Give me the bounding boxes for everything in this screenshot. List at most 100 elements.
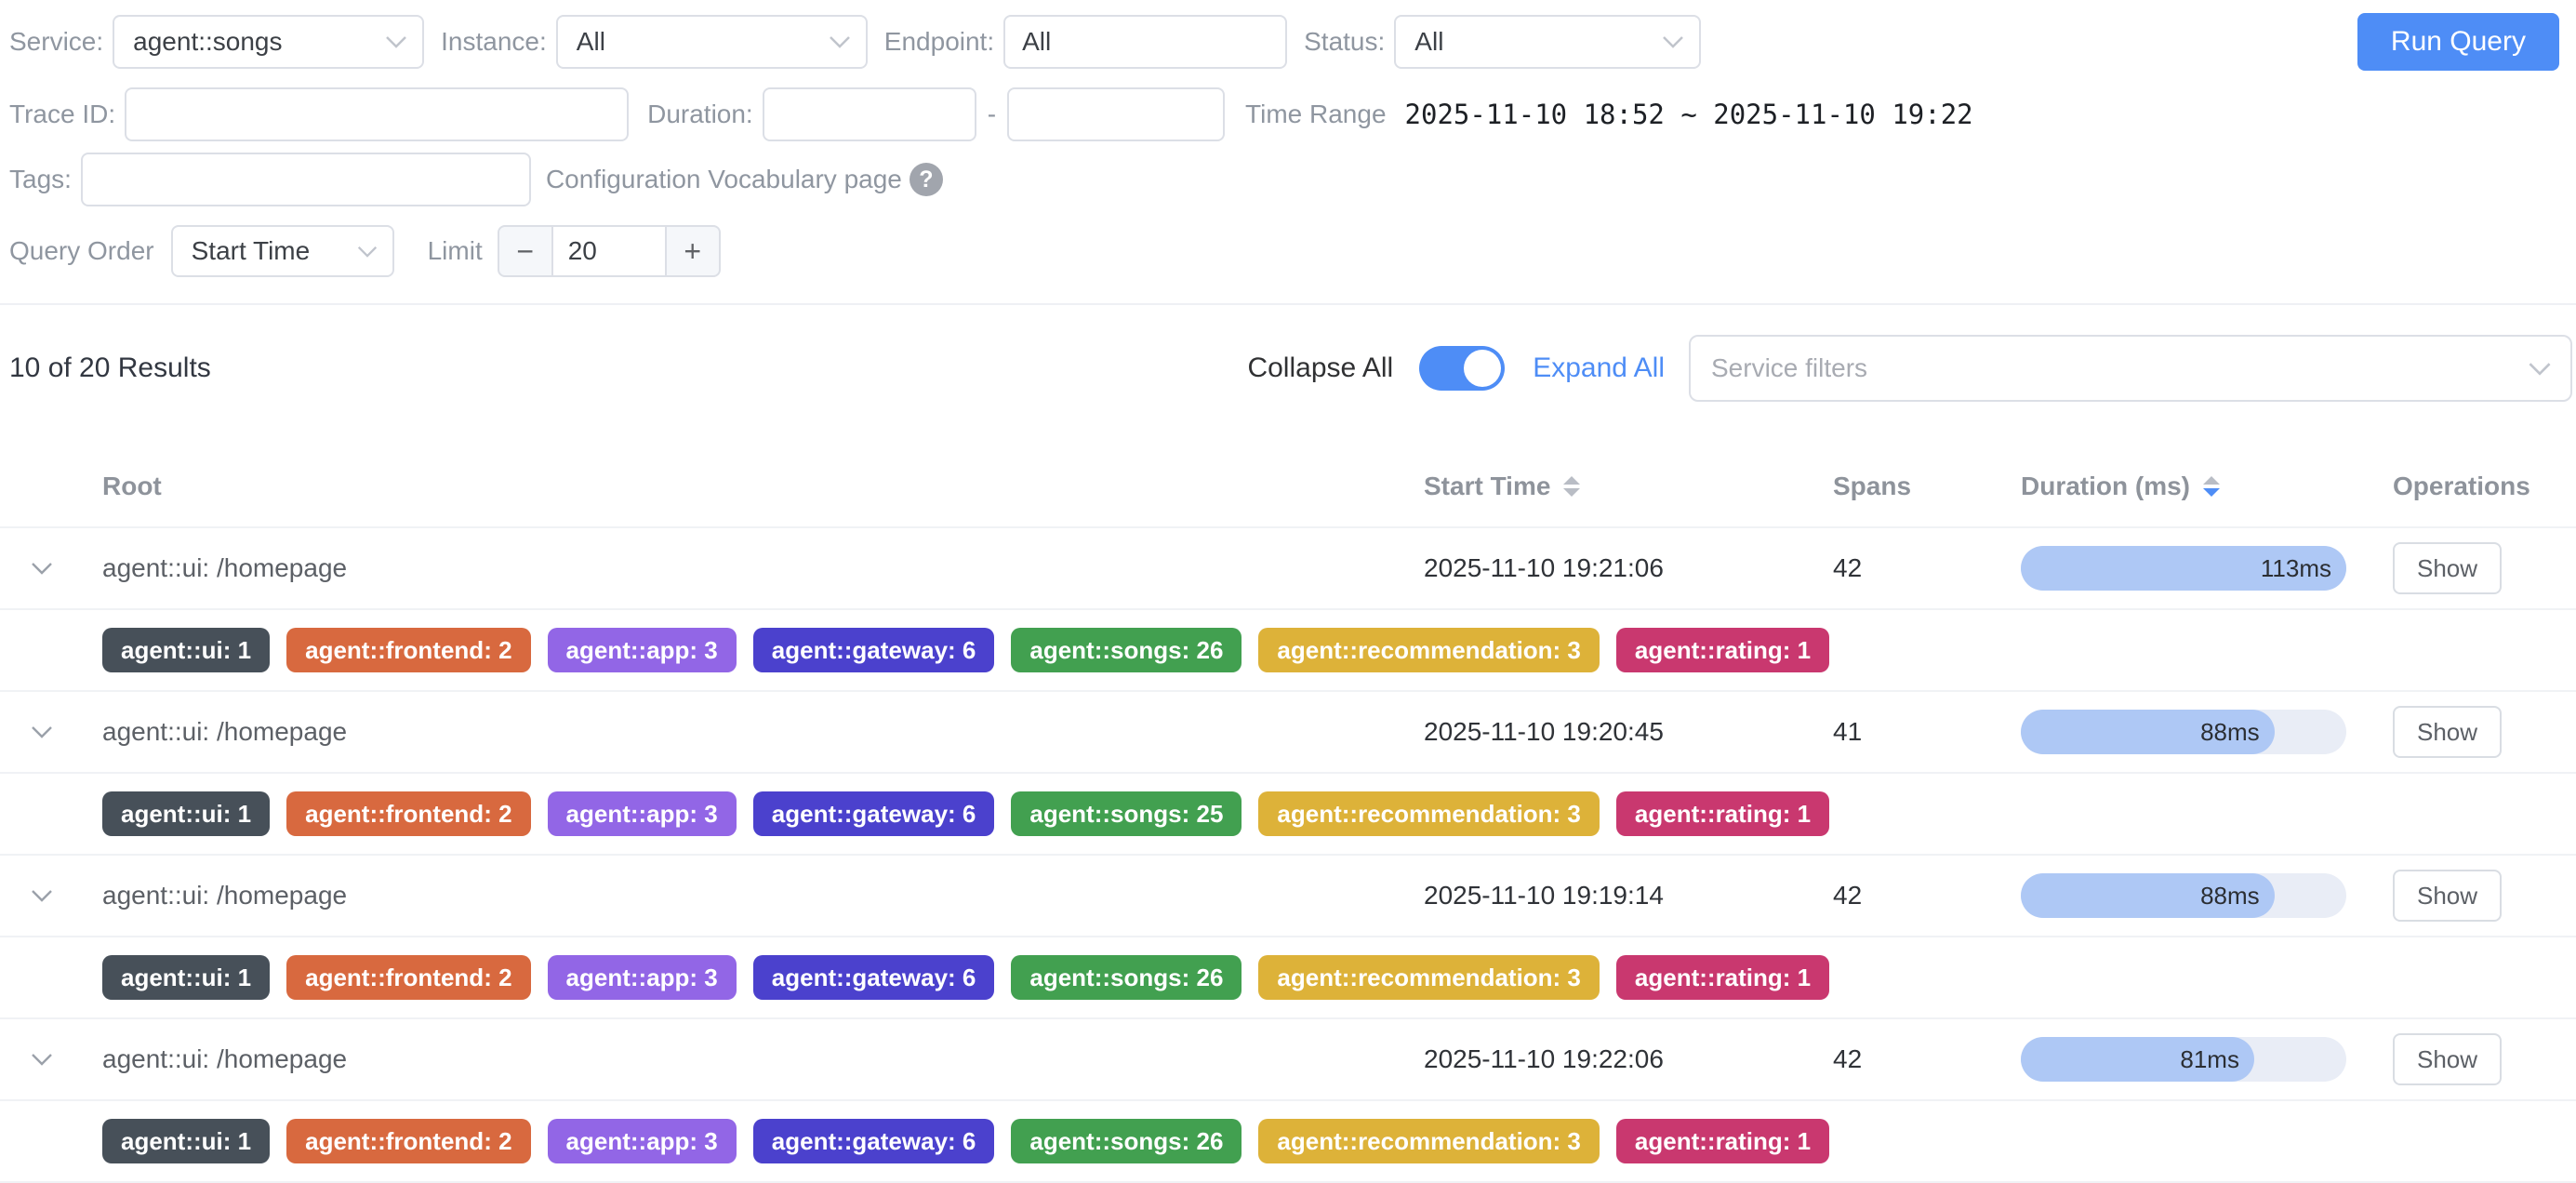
trace-root[interactable]: agent::ui: /homepage (102, 553, 1424, 583)
trace-operations-cell: Show (2393, 542, 2576, 594)
show-button[interactable]: Show (2393, 542, 2502, 594)
trace-operations-cell: Show (2393, 706, 2576, 758)
header-duration[interactable]: Duration (ms) (2021, 472, 2393, 501)
query-form: Service: agent::songs Instance: All Endp… (0, 0, 2576, 277)
limit-increase-button[interactable]: + (667, 227, 719, 275)
instance-label: Instance: (441, 27, 547, 57)
duration-max-input[interactable] (1026, 100, 1206, 129)
chevron-down-icon (827, 33, 853, 50)
service-count-chip: agent::rating: 1 (1616, 628, 1829, 672)
trace-start-time: 2025-11-10 19:19:14 (1424, 881, 1833, 911)
service-count-chip: agent::recommendation: 3 (1258, 955, 1600, 1000)
trace-root[interactable]: agent::ui: /homepage (102, 717, 1424, 747)
duration-bar-track: 88ms (2021, 873, 2346, 918)
instance-select[interactable]: All (556, 15, 868, 69)
tags-input[interactable] (100, 165, 512, 194)
chevron-down-icon (355, 244, 379, 259)
trace-query-page: Service: agent::songs Instance: All Endp… (0, 0, 2576, 1179)
show-button[interactable]: Show (2393, 706, 2502, 758)
row-expand-chevron-icon[interactable] (28, 1050, 56, 1069)
trace-id-input[interactable] (143, 100, 610, 129)
row-chevron-cell (0, 723, 102, 741)
form-row-trace: Trace ID: Duration: - Time Range 2025-11… (9, 87, 2563, 141)
query-order-select[interactable]: Start Time (171, 225, 394, 277)
trace-root[interactable]: agent::ui: /homepage (102, 881, 1424, 911)
service-chips-row: agent::ui: 1agent::frontend: 2agent::app… (0, 1101, 2576, 1183)
duration-bar-fill: 88ms (2021, 873, 2275, 918)
trace-root[interactable]: agent::ui: /homepage (102, 1044, 1424, 1074)
duration-bar-track: 113ms (2021, 546, 2346, 591)
service-count-chip: agent::songs: 26 (1011, 628, 1242, 672)
show-button[interactable]: Show (2393, 1033, 2502, 1085)
collapse-all-label[interactable]: Collapse All (1247, 352, 1393, 384)
header-duration-label: Duration (ms) (2021, 472, 2190, 501)
form-divider (0, 303, 2576, 305)
chevron-down-icon (1660, 33, 1686, 50)
run-query-button[interactable]: Run Query (2357, 13, 2559, 71)
duration-bar-fill: 113ms (2021, 546, 2346, 591)
trace-duration-cell: 81ms (2021, 1037, 2393, 1082)
expand-all-label[interactable]: Expand All (1533, 352, 1665, 384)
row-expand-chevron-icon[interactable] (28, 723, 56, 741)
table-body: agent::ui: /homepage2025-11-10 19:21:064… (0, 528, 2576, 1183)
endpoint-field (1003, 15, 1287, 69)
header-start-time-label: Start Time (1424, 472, 1550, 501)
time-range-value[interactable]: 2025-11-10 18:52 ~ 2025-11-10 19:22 (1405, 99, 1973, 130)
duration-label: 81ms (2180, 1045, 2239, 1074)
service-count-chip: agent::app: 3 (548, 628, 737, 672)
results-toolbar-right: Collapse All Expand All Service filters (1247, 335, 2572, 402)
trace-operations-cell: Show (2393, 870, 2576, 922)
endpoint-label: Endpoint: (884, 27, 994, 57)
service-count-chip: agent::rating: 1 (1616, 1119, 1829, 1163)
header-spans: Spans (1833, 472, 2021, 501)
service-count-chip: agent::ui: 1 (102, 955, 270, 1000)
duration-bar-fill: 81ms (2021, 1037, 2254, 1082)
row-chevron-cell (0, 1050, 102, 1069)
service-count-chip: agent::recommendation: 3 (1258, 791, 1600, 836)
service-count-chip: agent::frontend: 2 (286, 955, 530, 1000)
duration-max-field (1007, 87, 1225, 141)
endpoint-input[interactable] (1022, 27, 1268, 57)
trace-start-time: 2025-11-10 19:20:45 (1424, 717, 1833, 747)
limit-decrease-button[interactable]: − (499, 227, 551, 275)
duration-bar-track: 88ms (2021, 710, 2346, 754)
row-expand-chevron-icon[interactable] (28, 886, 56, 905)
vocabulary-link[interactable]: Configuration Vocabulary page (546, 165, 902, 194)
query-order-value: Start Time (192, 236, 311, 266)
chevron-down-icon (2526, 360, 2554, 378)
service-count-chip: agent::app: 3 (548, 1119, 737, 1163)
service-count-chip: agent::rating: 1 (1616, 791, 1829, 836)
trace-id-label: Trace ID: (9, 100, 115, 129)
sort-desc-icon[interactable] (2201, 474, 2222, 498)
table-header-row: Root Start Time Spans Duration (ms) Oper… (0, 446, 2576, 528)
service-count-chip: agent::ui: 1 (102, 628, 270, 672)
time-range-label: Time Range (1245, 100, 1386, 129)
help-icon[interactable]: ? (910, 163, 943, 196)
trace-duration-cell: 88ms (2021, 873, 2393, 918)
service-count-chip: agent::ui: 1 (102, 1119, 270, 1163)
service-count-chip: agent::recommendation: 3 (1258, 628, 1600, 672)
duration-label: Duration: (647, 100, 753, 129)
header-operations: Operations (2393, 472, 2576, 501)
duration-label: 88ms (2200, 718, 2260, 747)
service-count-chip: agent::ui: 1 (102, 791, 270, 836)
expand-toggle[interactable] (1419, 346, 1505, 391)
show-button[interactable]: Show (2393, 870, 2502, 922)
service-count-chip: agent::songs: 25 (1011, 791, 1242, 836)
duration-min-input[interactable] (781, 100, 958, 129)
row-chevron-cell (0, 886, 102, 905)
form-row-order: Query Order Start Time Limit − 20 + (9, 225, 2563, 277)
status-select-value: All (1414, 27, 1443, 57)
service-select[interactable]: agent::songs (113, 15, 424, 69)
limit-label: Limit (428, 236, 483, 266)
limit-value[interactable]: 20 (551, 227, 667, 275)
trace-operations-cell: Show (2393, 1033, 2576, 1085)
sort-icon[interactable] (1561, 474, 1582, 498)
service-count-chip: agent::frontend: 2 (286, 628, 530, 672)
row-expand-chevron-icon[interactable] (28, 559, 56, 578)
header-start-time[interactable]: Start Time (1424, 472, 1833, 501)
status-select[interactable]: All (1394, 15, 1701, 69)
duration-bar-track: 81ms (2021, 1037, 2346, 1082)
service-filters-select[interactable]: Service filters (1689, 335, 2572, 402)
service-select-value: agent::songs (133, 27, 282, 57)
